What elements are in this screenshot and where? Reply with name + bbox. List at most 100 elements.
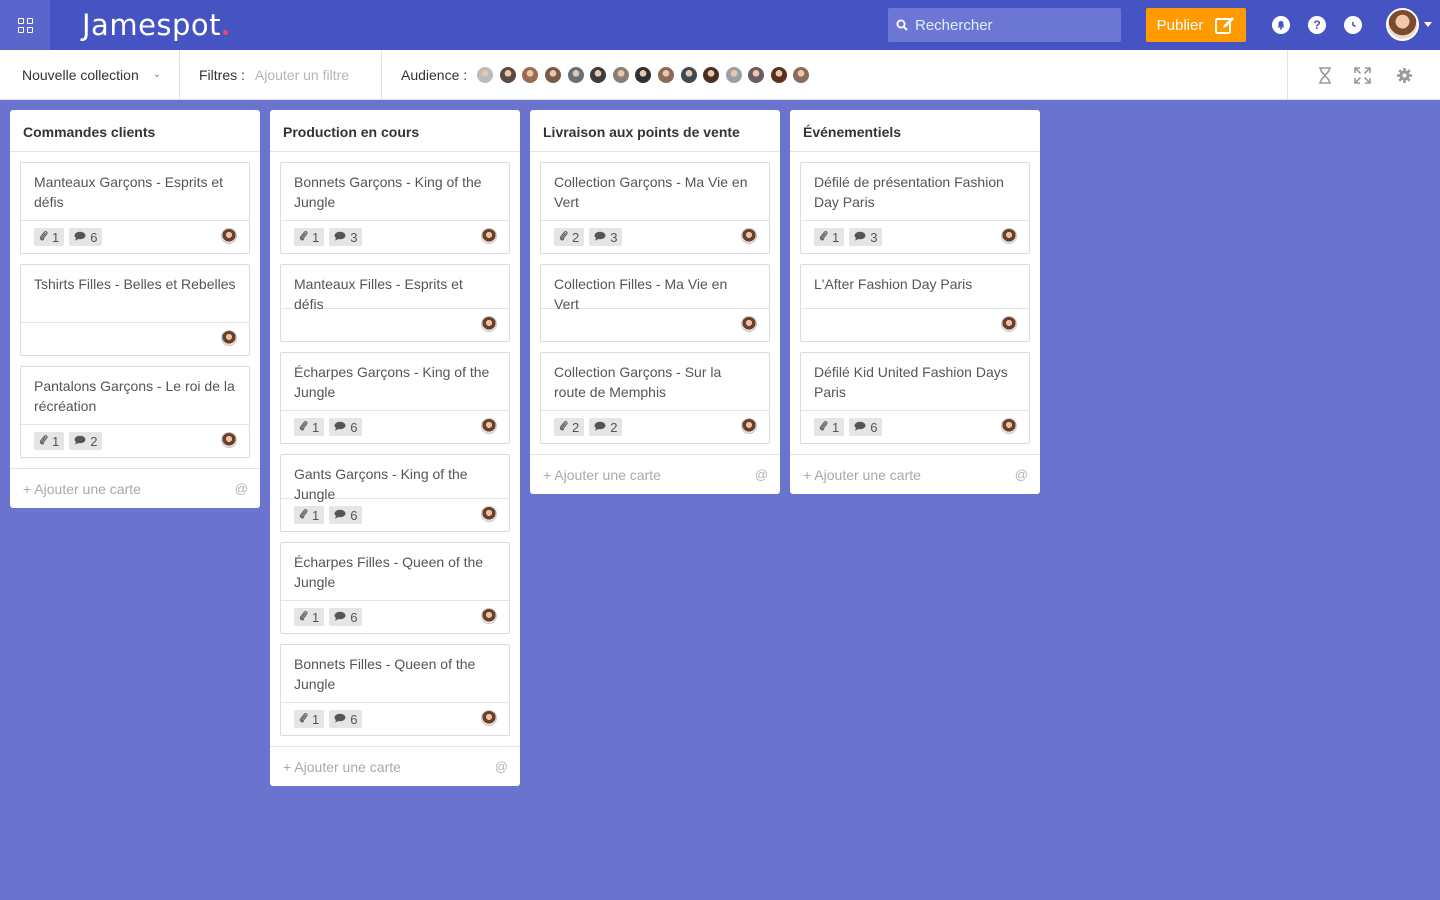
fullscreen-icon[interactable]: [1354, 67, 1371, 84]
assignee-avatar[interactable]: [481, 316, 497, 332]
attachments-count: 1: [832, 229, 840, 245]
card-footer: 16: [281, 601, 509, 633]
board-card[interactable]: L'After Fashion Day Paris: [800, 264, 1030, 342]
assignee-avatar[interactable]: [481, 506, 497, 522]
assignee-avatar[interactable]: [481, 608, 497, 624]
assignee-avatar[interactable]: [1001, 418, 1017, 434]
assignee-avatar[interactable]: [481, 710, 497, 726]
add-card-button[interactable]: + Ajouter une carte @: [10, 468, 260, 508]
assignee-avatar[interactable]: [481, 228, 497, 244]
hourglass-icon[interactable]: [1316, 67, 1333, 84]
audience-avatar[interactable]: [544, 66, 561, 83]
column-title[interactable]: Événementiels: [790, 110, 1040, 152]
add-card-label: + Ajouter une carte: [803, 466, 921, 483]
column-title[interactable]: Commandes clients: [10, 110, 260, 152]
card-footer: [801, 309, 1029, 341]
board-card[interactable]: Bonnets Filles - Queen of the Jungle 1 6: [280, 644, 510, 736]
board-card[interactable]: Écharpes Garçons - King of the Jungle 1 6: [280, 352, 510, 444]
user-avatar[interactable]: [1386, 8, 1419, 41]
comments-badge: 6: [329, 506, 363, 524]
gear-icon[interactable]: [1396, 67, 1413, 84]
paperclip-icon: [299, 420, 308, 434]
at-mention-icon[interactable]: @: [755, 467, 768, 482]
assignee-avatar[interactable]: [741, 228, 757, 244]
audience-avatar[interactable]: [680, 66, 697, 83]
column-title[interactable]: Production en cours: [270, 110, 520, 152]
search-input[interactable]: [915, 16, 1105, 34]
attachments-badge: 1: [814, 228, 845, 246]
board-card[interactable]: Collection Garçons - Ma Vie en Vert 2 3: [540, 162, 770, 254]
board-card[interactable]: Tshirts Filles - Belles et Rebelles: [20, 264, 250, 356]
audience-avatar[interactable]: [612, 66, 629, 83]
at-mention-icon[interactable]: @: [235, 481, 248, 496]
logo-dot: [223, 30, 229, 35]
audience-avatar[interactable]: [590, 66, 607, 83]
at-mention-icon[interactable]: @: [495, 759, 508, 774]
card-title: Défilé Kid United Fashion Days Paris: [801, 353, 1029, 411]
card-footer: 16: [801, 411, 1029, 443]
board-card[interactable]: Pantalons Garçons - Le roi de la récréat…: [20, 366, 250, 458]
comment-icon: [334, 611, 346, 624]
search-box[interactable]: [888, 8, 1121, 42]
attachments-badge: 1: [294, 228, 325, 246]
card-list: Manteaux Garçons - Esprits et défis 1 6 Tsh…: [10, 152, 260, 458]
assignee-avatar[interactable]: [221, 228, 237, 244]
paperclip-icon: [299, 230, 308, 244]
audience-avatar[interactable]: [567, 66, 584, 83]
assignee-avatar[interactable]: [741, 316, 757, 332]
chevron-down-icon[interactable]: [1424, 22, 1432, 27]
audience-avatar[interactable]: [477, 66, 494, 83]
assignee-avatar[interactable]: [481, 418, 497, 434]
bell-icon[interactable]: [1272, 16, 1290, 34]
card-title: L'After Fashion Day Paris: [801, 265, 1029, 309]
audience-avatar[interactable]: [657, 66, 674, 83]
publish-button[interactable]: Publier: [1146, 8, 1246, 42]
card-footer: [541, 309, 769, 341]
comments-count: 6: [350, 609, 358, 625]
audience-avatar[interactable]: [793, 66, 810, 83]
add-card-button[interactable]: + Ajouter une carte @: [790, 454, 1040, 494]
card-title: Gants Garçons - King of the Jungle: [281, 455, 509, 502]
assignee-avatar[interactable]: [1001, 228, 1017, 244]
card-footer: 13: [801, 221, 1029, 253]
board-card[interactable]: Manteaux Garçons - Esprits et défis 1 6: [20, 162, 250, 254]
clock-icon[interactable]: [1344, 16, 1362, 34]
audience-avatar[interactable]: [522, 66, 539, 83]
board-card[interactable]: Défilé Kid United Fashion Days Paris 1 6: [800, 352, 1030, 444]
attachments-count: 1: [312, 507, 320, 523]
apps-grid-icon: [17, 17, 33, 33]
card-footer: 16: [281, 703, 509, 735]
assignee-avatar[interactable]: [741, 418, 757, 434]
assignee-avatar[interactable]: [1001, 316, 1017, 332]
board-card[interactable]: Collection Filles - Ma Vie en Vert: [540, 264, 770, 342]
attachments-count: 2: [572, 229, 580, 245]
board-card[interactable]: Gants Garçons - King of the Jungle 1 6: [280, 454, 510, 532]
add-card-button[interactable]: + Ajouter une carte @: [530, 454, 780, 494]
paperclip-icon: [299, 610, 308, 624]
comments-badge: 6: [849, 418, 883, 436]
board-card[interactable]: Collection Garçons - Sur la route de Mem…: [540, 352, 770, 444]
audience-avatar[interactable]: [499, 66, 516, 83]
assignee-avatar[interactable]: [221, 432, 237, 448]
collection-selector[interactable]: Nouvelle collection ⌄: [0, 49, 180, 100]
assignee-avatar[interactable]: [221, 330, 237, 346]
board-card[interactable]: Manteaux Filles - Esprits et défis: [280, 264, 510, 342]
audience-avatar[interactable]: [703, 66, 720, 83]
help-icon[interactable]: ?: [1308, 16, 1326, 34]
audience-avatar[interactable]: [635, 66, 652, 83]
board-card[interactable]: Écharpes Filles - Queen of the Jungle 1 6: [280, 542, 510, 634]
filter-input[interactable]: [254, 66, 365, 83]
app-logo[interactable]: Jamespot: [82, 8, 229, 42]
paperclip-icon: [819, 420, 828, 434]
column-title[interactable]: Livraison aux points de vente: [530, 110, 780, 152]
audience-avatar[interactable]: [748, 66, 765, 83]
card-footer: 16: [281, 411, 509, 443]
add-card-button[interactable]: + Ajouter une carte @: [270, 746, 520, 786]
audience-avatar[interactable]: [770, 66, 787, 83]
audience-avatar[interactable]: [725, 66, 742, 83]
apps-menu-button[interactable]: [0, 0, 50, 50]
at-mention-icon[interactable]: @: [1015, 467, 1028, 482]
card-list: Défilé de présentation Fashion Day Paris…: [790, 152, 1040, 444]
board-card[interactable]: Bonnets Garçons - King of the Jungle 1 3: [280, 162, 510, 254]
board-card[interactable]: Défilé de présentation Fashion Day Paris…: [800, 162, 1030, 254]
